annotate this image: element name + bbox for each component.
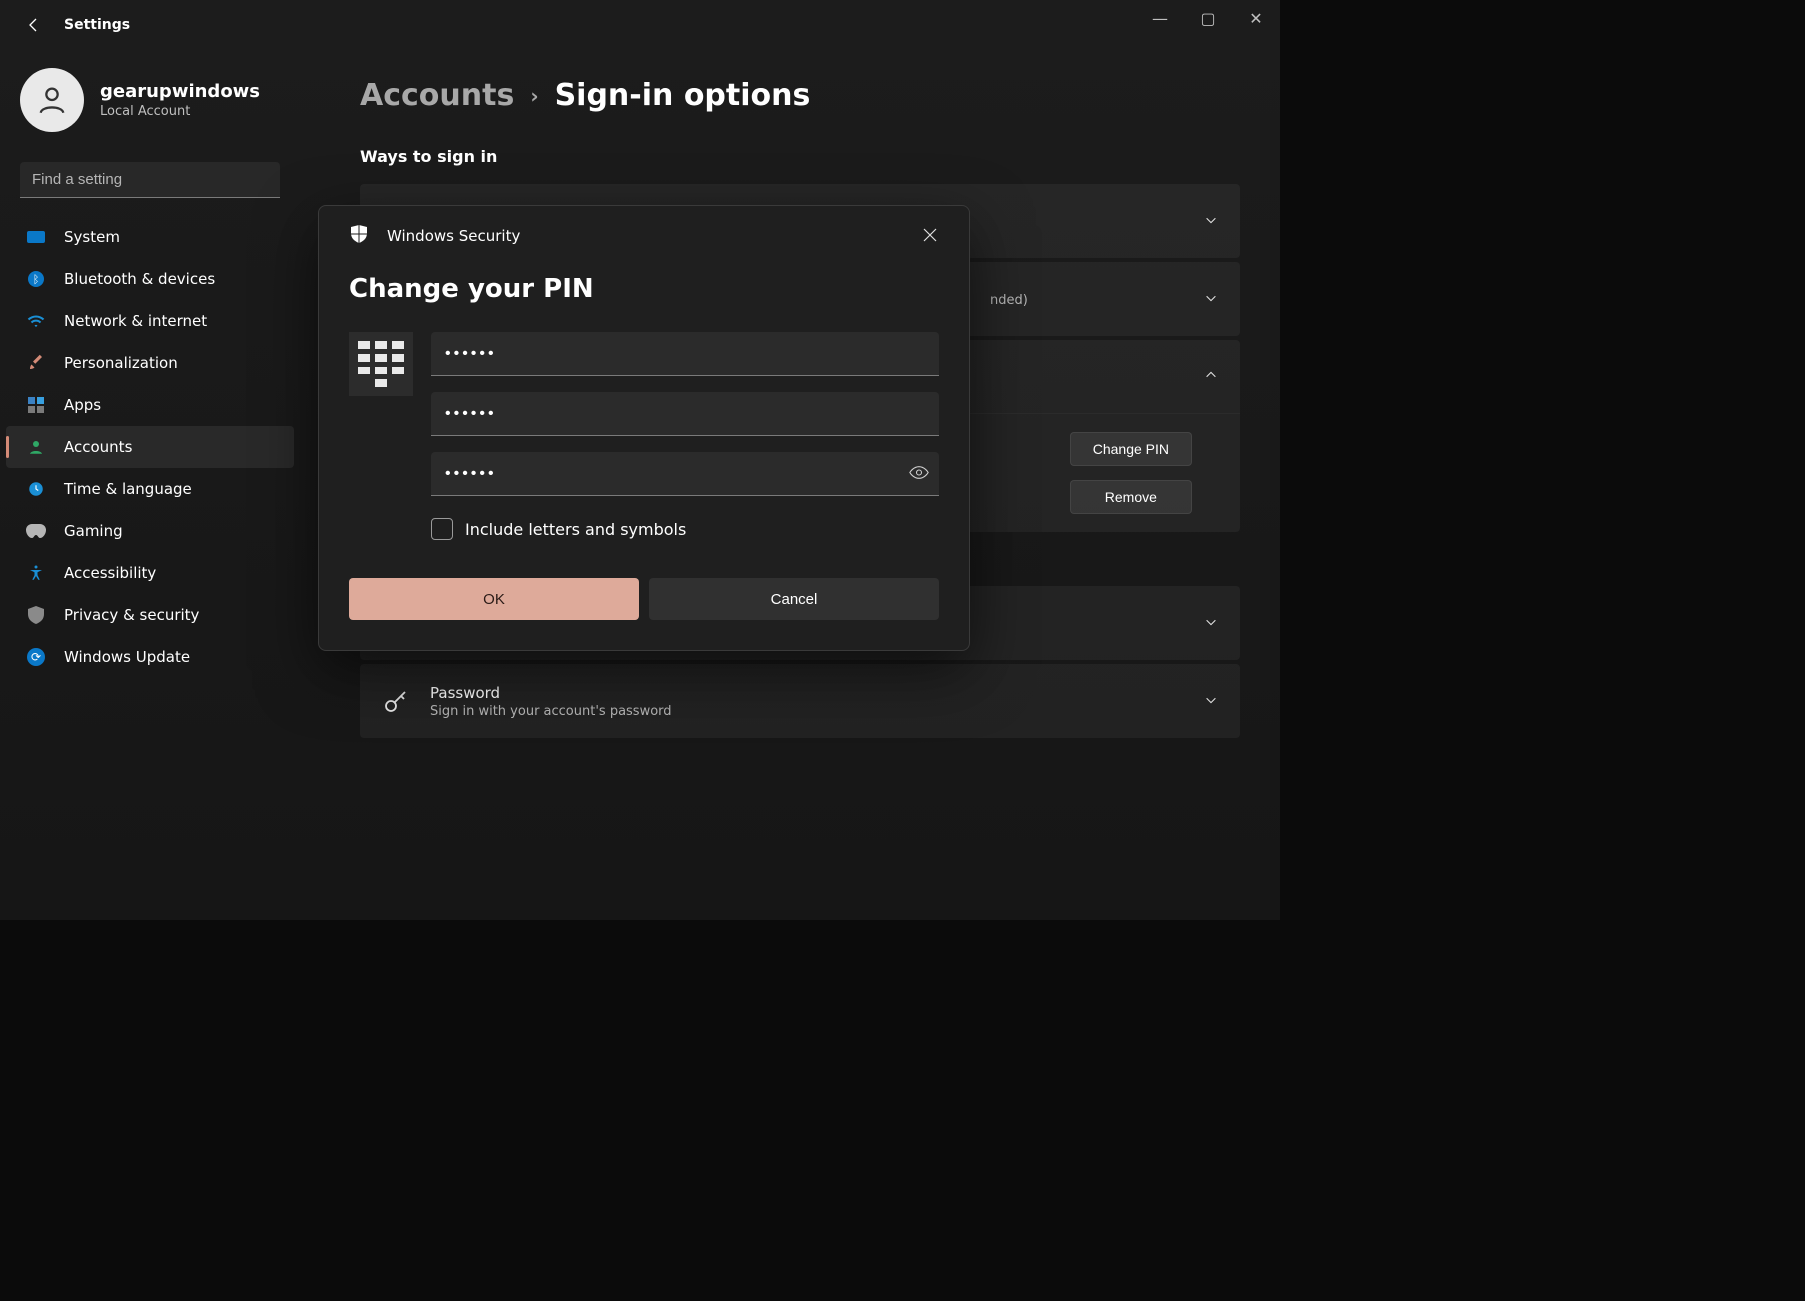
new-pin-input[interactable]: [431, 392, 939, 436]
cancel-button[interactable]: Cancel: [649, 578, 939, 620]
current-pin-input[interactable]: [431, 332, 939, 376]
dialog-overlay: Windows Security Change your PIN: [0, 0, 1280, 920]
include-letters-checkbox[interactable]: [431, 518, 453, 540]
keypad-icon: [349, 332, 413, 396]
windows-security-dialog: Windows Security Change your PIN: [318, 205, 970, 651]
reveal-password-icon[interactable]: [909, 465, 929, 484]
confirm-pin-input[interactable]: [431, 452, 939, 496]
windows-security-shield-icon: [349, 224, 369, 248]
ok-button[interactable]: OK: [349, 578, 639, 620]
include-letters-label: Include letters and symbols: [465, 520, 686, 539]
dialog-heading: Change your PIN: [349, 274, 939, 304]
dialog-close-button[interactable]: [915, 220, 945, 250]
dialog-brand: Windows Security: [387, 227, 520, 245]
